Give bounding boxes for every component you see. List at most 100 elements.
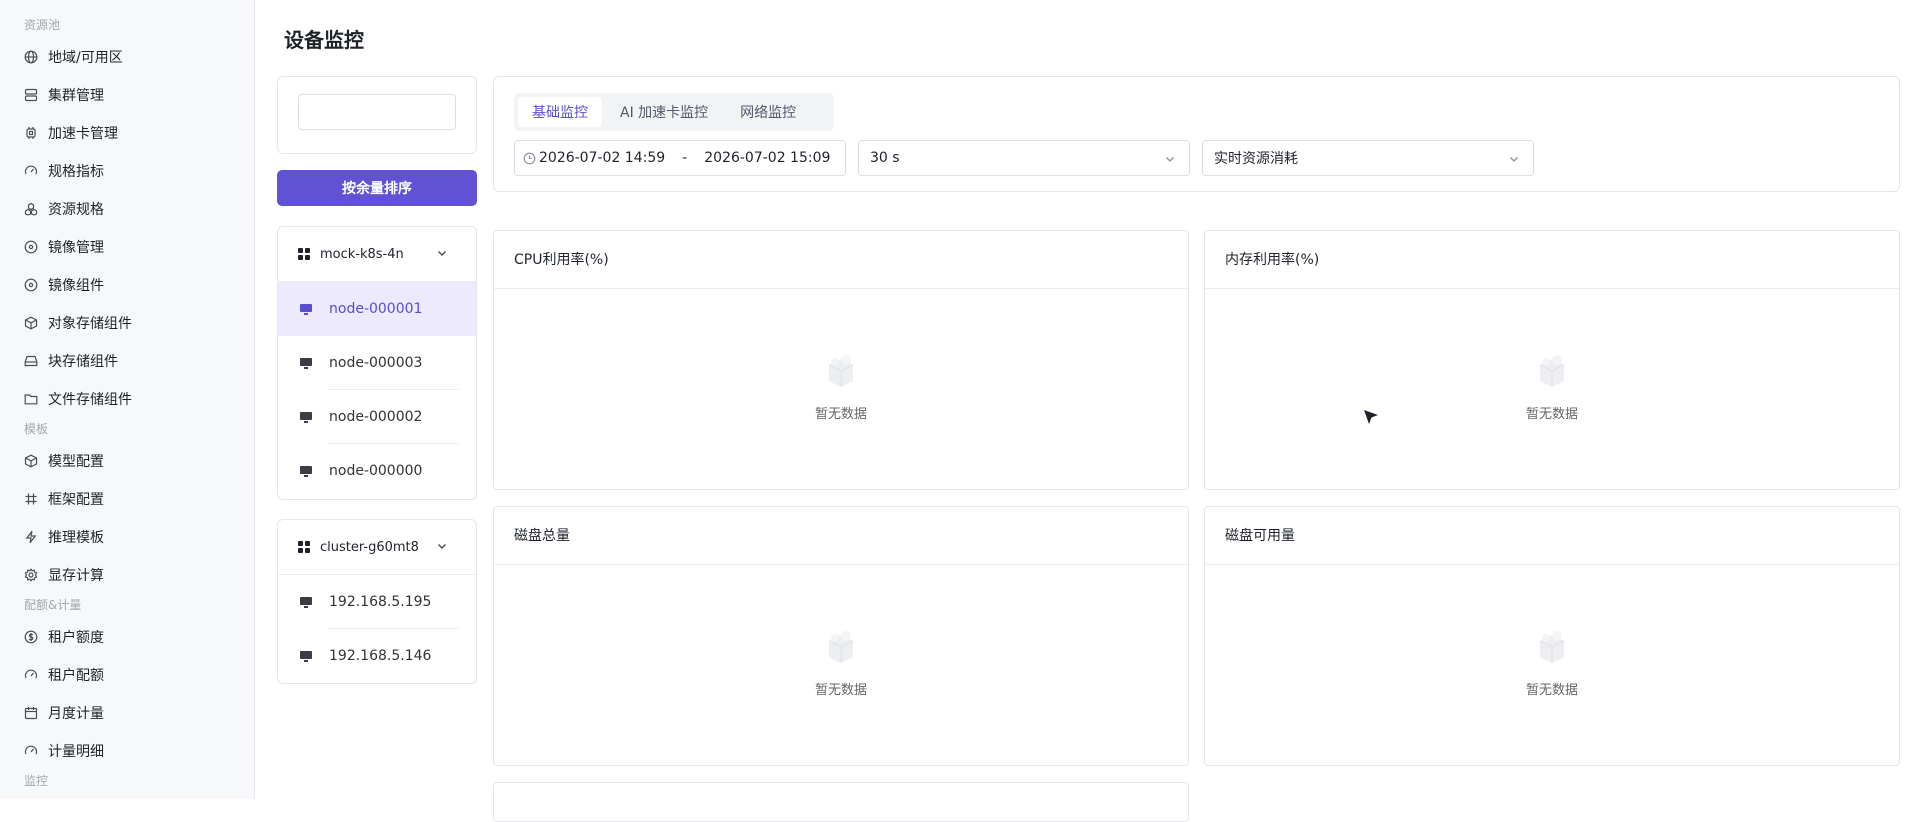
clock-icon xyxy=(523,152,536,164)
node-item[interactable]: node-000001 xyxy=(278,282,476,336)
sort-by-remaining-button[interactable]: 按余量排序 xyxy=(277,170,477,206)
sidebar-item-label: 对象存储组件 xyxy=(48,316,132,332)
sidebar-item-image-mgmt[interactable]: 镜像管理 xyxy=(0,228,254,266)
sidebar-item-label: 租户额度 xyxy=(48,630,104,646)
sidebar-item-label: 显存计算 xyxy=(48,568,104,584)
sidebar-item-resource-spec[interactable]: 资源规格 xyxy=(0,190,254,228)
sidebar-item-region[interactable]: 地域/可用区 xyxy=(0,38,254,76)
sidebar-item-label: 加速卡管理 xyxy=(48,126,118,142)
sidebar-item-vram-calc[interactable]: 显存计算 xyxy=(0,556,254,594)
gauge-icon xyxy=(24,744,38,758)
start-time[interactable]: 2026-07-02 14:59 xyxy=(539,150,665,166)
sidebar-item-label: 集群管理 xyxy=(48,88,104,104)
chart-title: CPU利用率(%) xyxy=(494,231,1188,289)
node-item[interactable]: 192.168.5.146 xyxy=(278,629,476,683)
empty-state: 暂无数据 xyxy=(1205,353,1899,422)
empty-box-icon xyxy=(828,631,854,663)
sidebar-item-image-component[interactable]: 镜像组件 xyxy=(0,266,254,304)
mouse-cursor-icon xyxy=(1364,410,1378,424)
sidebar-item-metering-detail[interactable]: 计量明细 xyxy=(0,732,254,770)
drive-icon xyxy=(24,354,38,368)
node-label: 192.168.5.146 xyxy=(329,648,432,664)
sidebar-item-label: 规格指标 xyxy=(48,164,104,180)
tab-basic[interactable]: 基础监控 xyxy=(518,97,602,127)
sidebar-item-label: 文件存储组件 xyxy=(48,392,132,408)
node-label: node-000003 xyxy=(329,355,423,371)
time-range-picker[interactable]: 2026-07-02 14:59 - 2026-07-02 15:09 xyxy=(514,140,846,176)
cluster-header[interactable]: cluster-g60mt8 xyxy=(278,520,476,575)
chart-title: 磁盘总量 xyxy=(494,507,1188,565)
node-item[interactable]: node-000003 xyxy=(278,336,476,390)
node-label: node-000001 xyxy=(329,301,423,317)
metric-mode-select[interactable]: 实时资源消耗 xyxy=(1202,140,1534,176)
empty-text: 暂无数据 xyxy=(1525,683,1578,698)
server-icon xyxy=(24,88,38,102)
node-label: 192.168.5.195 xyxy=(329,594,432,610)
range-separator: - xyxy=(682,150,688,166)
sidebar-group-template: 模板 xyxy=(24,422,49,436)
sidebar-item-label: 地域/可用区 xyxy=(48,50,123,66)
sidebar-group-resources: 资源池 xyxy=(24,18,61,32)
next-chart-card xyxy=(493,782,1189,822)
box-icon xyxy=(24,454,38,468)
grid-icon xyxy=(298,541,310,553)
search-input[interactable] xyxy=(298,94,456,130)
empty-text: 暂无数据 xyxy=(1525,407,1578,422)
node-label: node-000002 xyxy=(329,409,423,425)
empty-text: 暂无数据 xyxy=(814,407,867,422)
sidebar-item-tenant-quota[interactable]: 租户配额 xyxy=(0,656,254,694)
metric-mode-value: 实时资源消耗 xyxy=(1214,151,1298,167)
sidebar-item-block-storage[interactable]: 块存储组件 xyxy=(0,342,254,380)
empty-state: 暂无数据 xyxy=(494,629,1188,698)
sidebar-item-inference-template[interactable]: 推理模板 xyxy=(0,518,254,556)
sidebar-item-cluster[interactable]: 集群管理 xyxy=(0,76,254,114)
sidebar-item-label: 租户配额 xyxy=(48,668,104,684)
sidebar-item-label: 资源规格 xyxy=(48,202,104,218)
chevron-down-icon[interactable] xyxy=(436,540,448,552)
empty-text: 暂无数据 xyxy=(814,683,867,698)
sidebar-item-tenant-limit[interactable]: 租户额度 xyxy=(0,618,254,656)
node-item[interactable]: 192.168.5.195 xyxy=(278,575,476,629)
hash-icon xyxy=(24,492,38,506)
sidebar-item-file-storage[interactable]: 文件存储组件 xyxy=(0,380,254,418)
monitor-icon xyxy=(300,304,312,315)
filter-card: 基础监控 AI 加速卡监控 网络监控 2026-07-02 14:59 - 20… xyxy=(493,76,1900,192)
sidebar-item-label: 镜像组件 xyxy=(48,278,104,294)
end-time[interactable]: 2026-07-02 15:09 xyxy=(704,150,830,166)
interval-select[interactable]: 30 s xyxy=(858,140,1190,176)
chevron-down-icon[interactable] xyxy=(436,247,448,259)
chevron-down-icon xyxy=(1166,157,1174,162)
search-card xyxy=(277,76,477,154)
sidebar-item-framework-config[interactable]: 框架配置 xyxy=(0,480,254,518)
sidebar: 资源池 地域/可用区 集群管理 加速卡管理 规格指标 资源规格 镜像管理 镜像组… xyxy=(0,0,255,799)
monitor-icon xyxy=(300,597,312,608)
chip-icon xyxy=(24,126,38,140)
sidebar-item-spec-metrics[interactable]: 规格指标 xyxy=(0,152,254,190)
cluster-header[interactable]: mock-k8s-4n xyxy=(278,227,476,282)
tab-ai-accelerator[interactable]: AI 加速卡监控 xyxy=(606,97,722,127)
main-content: 设备监控 按余量排序 mock-k8s-4n node-000001 node-… xyxy=(255,0,1920,822)
node-item[interactable]: node-000002 xyxy=(278,390,476,444)
sidebar-item-label: 推理模板 xyxy=(48,530,104,546)
sidebar-item-object-storage[interactable]: 对象存储组件 xyxy=(0,304,254,342)
cubes-icon xyxy=(24,202,38,216)
cpu-chart-card: CPU利用率(%) 暂无数据 xyxy=(493,230,1189,490)
sidebar-item-label: 模型配置 xyxy=(48,454,104,470)
cluster-card: mock-k8s-4n node-000001 node-000003 node… xyxy=(277,226,477,500)
sidebar-item-accelerator[interactable]: 加速卡管理 xyxy=(0,114,254,152)
page-title: 设备监控 xyxy=(284,28,364,52)
sidebar-item-model-config[interactable]: 模型配置 xyxy=(0,442,254,480)
interval-value: 30 s xyxy=(870,150,900,166)
sidebar-item-monthly-metering[interactable]: 月度计量 xyxy=(0,694,254,732)
calendar-icon xyxy=(24,706,38,720)
disc-icon xyxy=(24,240,38,254)
bolt-icon xyxy=(24,530,38,544)
node-item[interactable]: node-000000 xyxy=(278,444,476,498)
sidebar-item-label: 镜像管理 xyxy=(48,240,104,256)
disk-total-chart-card: 磁盘总量 暂无数据 xyxy=(493,506,1189,766)
coin-icon xyxy=(24,630,38,644)
monitor-icon xyxy=(300,651,312,662)
gear-icon xyxy=(24,568,38,582)
tab-network[interactable]: 网络监控 xyxy=(726,97,810,127)
box-icon xyxy=(24,316,38,330)
